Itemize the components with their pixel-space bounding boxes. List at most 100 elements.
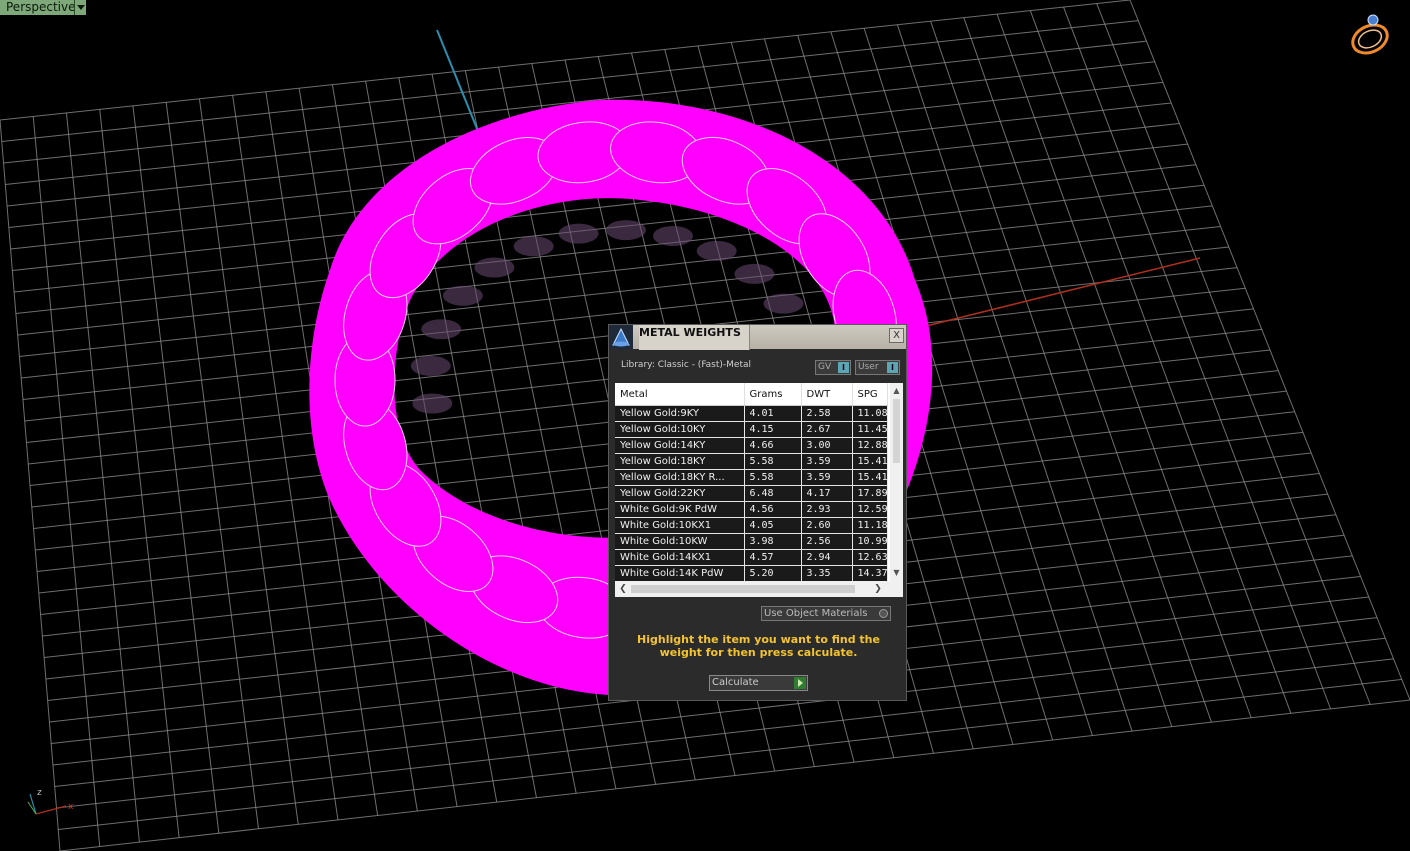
vertical-scrollbar[interactable]: ▲ ▼ xyxy=(890,383,903,581)
metal-cell: White Gold:14K PdW xyxy=(615,565,745,582)
ring-mesh-shadow xyxy=(442,285,483,306)
grams-cell: 4.15 xyxy=(744,421,802,438)
spg-cell: 12.59 xyxy=(852,501,888,518)
grid-line xyxy=(1063,6,1332,710)
user-toggle-label: User xyxy=(858,362,879,372)
table-row[interactable]: Yellow Gold:22KY 6.48 4.17 17.89 xyxy=(615,485,888,502)
grams-cell: 4.66 xyxy=(744,437,802,454)
ring-mesh-shadow xyxy=(696,240,737,261)
ring-view-gizmo-icon[interactable] xyxy=(1346,12,1394,58)
play-arrow-icon[interactable] xyxy=(794,677,806,689)
metal-cell: Yellow Gold:14KY xyxy=(615,437,745,454)
grams-cell: 6.48 xyxy=(744,485,802,502)
spg-cell: 14.37 xyxy=(852,565,888,582)
grid-line xyxy=(59,699,1410,851)
horizontal-scroll-thumb[interactable] xyxy=(631,585,855,593)
metal-table-container[interactable]: Metal Grams DWT SPG Yellow Gold:9KY 4.01 2… xyxy=(615,383,903,597)
calculate-label: Calculate xyxy=(712,677,759,688)
grams-cell: 4.56 xyxy=(744,501,802,518)
scroll-right-icon[interactable]: ❯ xyxy=(872,583,884,595)
spg-cell: 17.89 xyxy=(852,485,888,502)
column-header-spg[interactable]: SPG xyxy=(852,383,888,406)
ring-mesh-shadow xyxy=(412,393,453,414)
grams-cell: 4.57 xyxy=(744,549,802,566)
scroll-up-icon[interactable]: ▲ xyxy=(891,385,902,397)
ring-mesh-shadow xyxy=(763,293,804,314)
viewport-dropdown-icon[interactable] xyxy=(74,0,86,15)
metal-cell: Yellow Gold:18KY R... xyxy=(615,469,745,486)
table-row[interactable]: White Gold:14K PdW 5.20 3.35 14.37 xyxy=(615,565,888,582)
use-object-materials-radio[interactable] xyxy=(879,609,888,618)
gv-toggle-knob[interactable]: I xyxy=(838,362,849,373)
use-object-materials-label: Use Object Materials xyxy=(764,608,868,619)
scroll-left-icon[interactable]: ❮ xyxy=(617,583,629,595)
table-row[interactable]: White Gold:14KX1 4.57 2.94 12.63 xyxy=(615,549,888,566)
axis-triad-icon: x z xyxy=(27,788,74,815)
column-header-grams[interactable]: Grams xyxy=(744,383,802,406)
user-toggle[interactable]: User I xyxy=(855,360,900,375)
grid-line xyxy=(896,24,1133,732)
scroll-down-icon[interactable]: ▼ xyxy=(891,567,902,579)
dwt-cell: 3.00 xyxy=(801,437,853,454)
dwt-cell: 3.35 xyxy=(801,565,853,582)
ring-mesh-shadow xyxy=(513,236,554,257)
ring-mesh-shadow xyxy=(474,257,515,278)
dwt-cell: 3.59 xyxy=(801,453,853,470)
column-header-metal[interactable]: Metal xyxy=(615,383,745,406)
calculate-button[interactable]: Calculate xyxy=(709,675,808,691)
close-button[interactable]: X xyxy=(889,328,904,343)
ring-mesh-shadow xyxy=(558,223,599,244)
user-toggle-knob[interactable]: I xyxy=(887,362,898,373)
metal-cell: Yellow Gold:9KY xyxy=(615,405,745,422)
use-object-materials-toggle[interactable]: Use Object Materials xyxy=(761,606,891,621)
column-header-dwt[interactable]: DWT xyxy=(801,383,853,406)
dialog-titlebar[interactable]: METAL WEIGHTS X xyxy=(609,325,906,350)
grams-cell: 5.20 xyxy=(744,565,802,582)
ring-mesh-shadow xyxy=(421,319,462,340)
metal-cell: Yellow Gold:22KY xyxy=(615,485,745,502)
axis-z-label: z xyxy=(37,788,42,798)
viewport-label[interactable]: Perspective xyxy=(0,0,83,15)
axis-x-label: x xyxy=(68,802,74,812)
table-row[interactable]: Yellow Gold:9KY 4.01 2.58 11.08 xyxy=(615,405,888,422)
metal-cell: White Gold:10KX1 xyxy=(615,517,745,534)
spg-cell: 15.41 xyxy=(852,453,888,470)
vertical-scroll-thumb[interactable] xyxy=(893,399,900,463)
grams-cell: 4.01 xyxy=(744,405,802,422)
spg-cell: 10.99 xyxy=(852,533,888,550)
spg-cell: 11.45 xyxy=(852,421,888,438)
library-label: Library: Classic - (Fast)-Metal xyxy=(621,360,752,370)
dwt-cell: 2.60 xyxy=(801,517,853,534)
grams-cell: 5.58 xyxy=(744,453,802,470)
spg-cell: 12.63 xyxy=(852,549,888,566)
dwt-cell: 3.59 xyxy=(801,469,853,486)
dwt-cell: 2.58 xyxy=(801,405,853,422)
metal-cell: Yellow Gold:10KY xyxy=(615,421,745,438)
spg-cell: 11.08 xyxy=(852,405,888,422)
dwt-cell: 4.17 xyxy=(801,485,853,502)
metal-cell: White Gold:9K PdW xyxy=(615,501,745,518)
ring-mesh-shadow xyxy=(734,263,775,284)
table-row[interactable]: Yellow Gold:14KY 4.66 3.00 12.88 xyxy=(615,437,888,454)
grams-cell: 4.05 xyxy=(744,517,802,534)
grid-line xyxy=(1029,10,1292,714)
table-header-row: Metal Grams DWT SPG xyxy=(615,383,888,406)
metal-weights-dialog[interactable]: METAL WEIGHTS X Library: Classic - (Fast… xyxy=(608,324,907,701)
table-row[interactable]: Yellow Gold:18KY 5.58 3.59 15.41 xyxy=(615,453,888,470)
ring-mesh-shadow xyxy=(606,220,646,241)
table-row[interactable]: White Gold:9K PdW 4.56 2.93 12.59 xyxy=(615,501,888,518)
dialog-title: METAL WEIGHTS xyxy=(639,325,750,350)
metal-table: Metal Grams DWT SPG Yellow Gold:9KY 4.01 2… xyxy=(615,383,888,582)
grid-line xyxy=(1129,0,1410,701)
table-row[interactable]: White Gold:10KX1 4.05 2.60 11.18 xyxy=(615,517,888,534)
instruction-text: Highlight the item you want to find the … xyxy=(637,633,880,659)
table-row[interactable]: Yellow Gold:18KY R... 5.58 3.59 15.41 xyxy=(615,469,888,486)
dwt-cell: 2.93 xyxy=(801,501,853,518)
spg-cell: 15.41 xyxy=(852,469,888,486)
ring-mesh-shadow xyxy=(653,226,693,246)
gv-toggle[interactable]: GV I xyxy=(815,360,851,375)
horizontal-scrollbar[interactable]: ❮ ❯ xyxy=(615,581,903,597)
table-row[interactable]: White Gold:10KW 3.98 2.56 10.99 xyxy=(615,533,888,550)
spg-cell: 11.18 xyxy=(852,517,888,534)
table-row[interactable]: Yellow Gold:10KY 4.15 2.67 11.45 xyxy=(615,421,888,438)
